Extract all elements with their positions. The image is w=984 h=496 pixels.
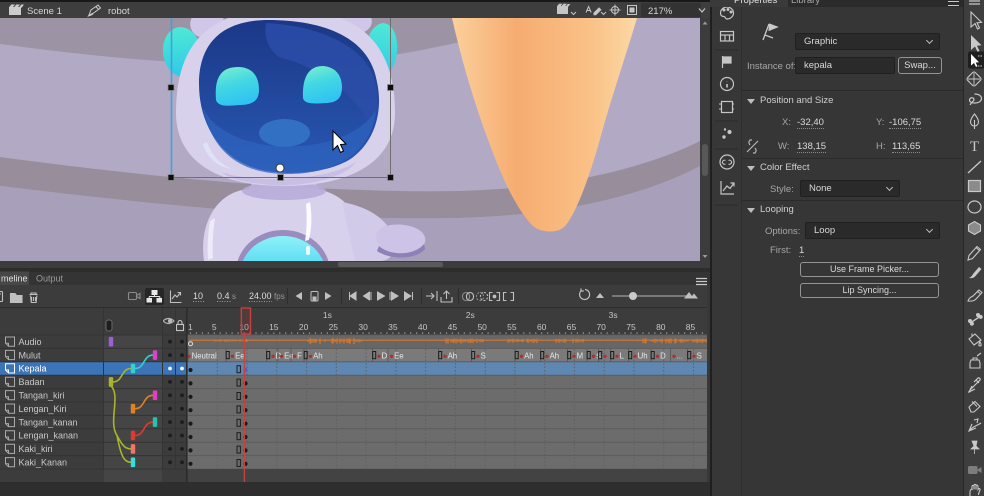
svg-text:Kaki_Kanan: Kaki_Kanan: [19, 458, 68, 468]
svg-text:0.4 s: 0.4 s: [217, 291, 236, 301]
svg-text:30: 30: [358, 322, 368, 332]
svg-text:70: 70: [596, 322, 606, 332]
svg-text:75: 75: [626, 322, 636, 332]
svg-text:Ee: Ee: [394, 352, 404, 361]
svg-text:5: 5: [212, 322, 217, 332]
svg-text:85: 85: [686, 322, 696, 332]
svg-text:40: 40: [418, 322, 428, 332]
svg-text:60: 60: [537, 322, 547, 332]
svg-text:45: 45: [448, 322, 458, 332]
svg-text:Audio: Audio: [19, 337, 42, 347]
svg-text:Lengan_kanan: Lengan_kanan: [19, 431, 79, 441]
svg-text:Output: Output: [36, 274, 64, 284]
svg-text:M: M: [577, 352, 584, 361]
svg-text:Kepala: Kepala: [19, 364, 47, 374]
svg-text:D: D: [382, 352, 388, 361]
svg-text:...: ...: [677, 354, 683, 361]
svg-text:D: D: [660, 352, 666, 361]
svg-text:65: 65: [567, 322, 577, 332]
svg-text:217%: 217%: [648, 6, 673, 17]
svg-text:robot: robot: [108, 6, 130, 17]
svg-text:meline: meline: [1, 274, 28, 284]
svg-text:Scene 1: Scene 1: [27, 6, 62, 17]
svg-text:15: 15: [269, 322, 279, 332]
svg-text:Uh: Uh: [638, 352, 648, 361]
svg-text:Ee: Ee: [235, 352, 245, 361]
svg-text:Mulut: Mulut: [19, 350, 42, 360]
svg-text:20: 20: [299, 322, 309, 332]
svg-text:55: 55: [507, 322, 517, 332]
svg-text:S: S: [481, 352, 486, 361]
svg-text:10: 10: [193, 291, 203, 301]
svg-text:2s: 2s: [466, 310, 475, 320]
svg-text:Kaki_kiri: Kaki_kiri: [19, 444, 53, 454]
svg-text:Lengan_Kiri: Lengan_Kiri: [19, 404, 67, 414]
svg-text:L: L: [620, 352, 625, 361]
svg-text:50: 50: [477, 322, 487, 332]
svg-text:1s: 1s: [323, 310, 332, 320]
svg-text:24.00 fps: 24.00 fps: [249, 291, 285, 301]
svg-text:35: 35: [388, 322, 398, 332]
svg-text:T: T: [970, 139, 979, 155]
svg-text:Ah: Ah: [313, 352, 323, 361]
svg-text:Ee: Ee: [284, 352, 294, 361]
svg-text:Ah: Ah: [448, 352, 458, 361]
svg-text:Neutral: Neutral: [192, 352, 217, 361]
svg-text:F: F: [297, 352, 302, 361]
svg-text:Tangan_kiri: Tangan_kiri: [19, 391, 65, 401]
svg-text:Tangan_kanan: Tangan_kanan: [19, 417, 78, 427]
svg-text:3s: 3s: [609, 310, 618, 320]
svg-text:Ah: Ah: [524, 352, 534, 361]
svg-text:Badan: Badan: [19, 377, 45, 387]
svg-text:25: 25: [329, 322, 339, 332]
svg-text:1: 1: [188, 322, 193, 332]
svg-text:Ah: Ah: [550, 352, 560, 361]
svg-text:80: 80: [656, 322, 666, 332]
svg-text:S: S: [697, 352, 702, 361]
